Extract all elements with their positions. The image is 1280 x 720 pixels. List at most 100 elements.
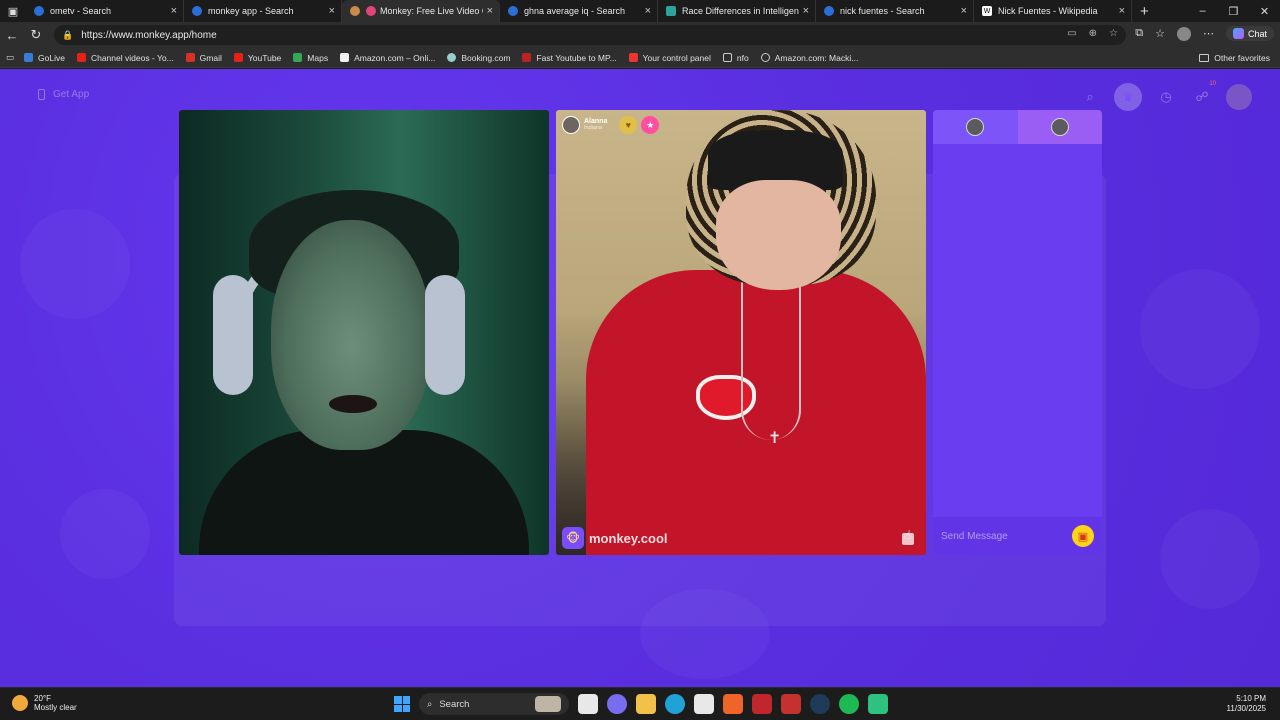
- crown-icon[interactable]: ♛: [1114, 83, 1142, 111]
- tab-race-differences[interactable]: Race Differences in Intelligence ×: [658, 0, 816, 22]
- monkey-favicon-icon: [350, 6, 360, 16]
- tab-title: Monkey: Free Live Video Ch: [380, 6, 483, 16]
- search-favicon-icon: [824, 6, 834, 16]
- file-explorer-icon[interactable]: [636, 694, 656, 714]
- close-tab-icon[interactable]: ×: [645, 5, 651, 17]
- brave-icon[interactable]: [723, 694, 743, 714]
- tab-ometv-search[interactable]: ometv - Search ×: [26, 0, 184, 22]
- background-decoration: [20, 209, 130, 319]
- background-decoration: [1140, 269, 1260, 389]
- maps-icon: [293, 53, 303, 62]
- weather-widget[interactable]: 20°F Mostly clear: [12, 694, 77, 712]
- wikipedia-favicon-icon: W: [982, 6, 992, 16]
- store-icon[interactable]: [694, 694, 714, 714]
- close-window-icon[interactable]: ✕: [1249, 0, 1280, 22]
- other-favorites[interactable]: Other favorites: [1199, 53, 1270, 63]
- site-favicon-icon: [666, 6, 676, 16]
- globe-icon: [760, 53, 770, 62]
- cast-icon[interactable]: ▭: [1067, 28, 1076, 39]
- tab-title: Race Differences in Intelligence: [682, 6, 799, 16]
- history-icon[interactable]: ◷: [1154, 85, 1178, 109]
- gmail-icon: [185, 53, 195, 62]
- remote-user-location: Indiana: [584, 125, 603, 132]
- chat-button[interactable]: Chat: [1225, 26, 1274, 41]
- extensions-icon[interactable]: ⧉: [1135, 27, 1143, 40]
- steam-icon[interactable]: [810, 694, 830, 714]
- refresh-icon[interactable]: ↻: [24, 27, 48, 43]
- chat-participants: [933, 110, 1102, 144]
- person-mouth: [329, 395, 377, 413]
- close-tab-icon[interactable]: ×: [329, 5, 335, 17]
- profile-avatar[interactable]: [1176, 26, 1191, 41]
- system-clock[interactable]: 5:10 PM 11/30/2025: [1227, 694, 1266, 714]
- app-4-icon[interactable]: [781, 694, 801, 714]
- get-app-link[interactable]: Get App: [38, 89, 89, 100]
- globe-icon: [447, 53, 457, 62]
- close-tab-icon[interactable]: ×: [487, 5, 493, 17]
- heart-icon[interactable]: ♥: [619, 116, 638, 134]
- minimize-icon[interactable]: –: [1187, 0, 1218, 22]
- green-app-icon[interactable]: [868, 694, 888, 714]
- amazon-icon: [340, 53, 350, 62]
- bookmark-nfo[interactable]: nfo: [722, 53, 749, 63]
- restore-icon[interactable]: ❐: [1218, 0, 1249, 22]
- plus-icon[interactable]: +: [1140, 3, 1149, 20]
- back-arrow-icon[interactable]: ←: [0, 28, 24, 43]
- more-menu-icon[interactable]: ⋯: [1203, 27, 1214, 40]
- bookmark-youtube[interactable]: YouTube: [233, 53, 281, 63]
- bookmark-gmail[interactable]: Gmail: [185, 53, 222, 63]
- person-face: [271, 220, 431, 450]
- bookmarks-sidebar-icon[interactable]: ▭: [6, 52, 14, 63]
- filezilla-icon[interactable]: [752, 694, 772, 714]
- close-tab-icon[interactable]: ×: [171, 5, 177, 17]
- bookmark-maps[interactable]: Maps: [293, 53, 328, 63]
- url-field[interactable]: 🔒 https://www.monkey.app/home ▭ ⊕ ☆: [54, 25, 1126, 45]
- chat-participant-self[interactable]: [933, 110, 1018, 144]
- bookmark-booking[interactable]: Booking.com: [447, 53, 510, 63]
- taskbar-search[interactable]: ⌕ Search: [419, 693, 569, 715]
- search-highlight-image: [535, 696, 561, 712]
- tab-title: ghna average iq - Search: [524, 6, 626, 16]
- tab-iq-search[interactable]: ghna average iq - Search ×: [500, 0, 658, 22]
- chat-participant-remote[interactable]: [1017, 110, 1102, 144]
- monkey-logo-icon: 🐵: [562, 527, 584, 549]
- gift-icon[interactable]: ▣: [1072, 525, 1094, 547]
- profile-avatar[interactable]: [1226, 84, 1252, 110]
- bookmark-fast-youtube[interactable]: Fast Youtube to MP...: [522, 53, 617, 63]
- remote-user-badge[interactable]: Alanna Indiana ♥ ★: [562, 116, 660, 134]
- search-icon: ⌕: [427, 698, 433, 710]
- send-message-input[interactable]: Send Message: [941, 531, 1072, 542]
- tab-nick-fuentes-search[interactable]: nick fuentes - Search ×: [816, 0, 974, 22]
- tab-monkey-search[interactable]: monkey app - Search ×: [184, 0, 342, 22]
- participant-avatar: [966, 118, 985, 136]
- background-decoration: [60, 489, 150, 579]
- copilot-icon: [1232, 28, 1244, 39]
- window-controls: – ❐ ✕: [1187, 0, 1280, 22]
- bookmark-amazon[interactable]: Amazon.com – Onli...: [340, 53, 435, 63]
- copilot-icon[interactable]: [607, 694, 627, 714]
- zoom-icon[interactable]: ⊕: [1089, 28, 1097, 39]
- search-icon[interactable]: ⌕: [1078, 85, 1102, 109]
- tab-actions-icon[interactable]: ▣: [0, 0, 26, 22]
- bookmark-golive[interactable]: GoLive: [24, 53, 65, 63]
- chat-input-row: Send Message ▣: [933, 517, 1102, 555]
- clock-date: 11/30/2025: [1226, 704, 1266, 713]
- tab-monkey-app[interactable]: Monkey: Free Live Video Ch ×: [342, 0, 500, 22]
- golive-icon: [24, 53, 34, 62]
- bookmark-channel-videos[interactable]: Channel videos - Yo...: [76, 53, 174, 63]
- bookmark-amazon-macki[interactable]: Amazon.com: Macki...: [760, 53, 858, 63]
- messages-icon[interactable]: ☍ 10: [1190, 81, 1216, 109]
- star-badge-icon[interactable]: ★: [641, 116, 660, 134]
- task-view-icon[interactable]: [578, 694, 598, 714]
- spotify-icon[interactable]: [839, 694, 859, 714]
- edge-icon[interactable]: [665, 694, 685, 714]
- star-icon[interactable]: ☆: [1109, 28, 1118, 39]
- windows-start-icon[interactable]: [394, 696, 410, 712]
- close-tab-icon[interactable]: ×: [961, 5, 967, 17]
- tab-title: nick fuentes - Search: [840, 6, 925, 16]
- close-tab-icon[interactable]: ×: [1119, 5, 1125, 17]
- tab-wikipedia[interactable]: W Nick Fuentes - Wikipedia ×: [974, 0, 1132, 22]
- favorites-icon[interactable]: ☆: [1155, 27, 1165, 40]
- bookmark-control-panel[interactable]: Your control panel: [628, 53, 711, 63]
- close-tab-icon[interactable]: ×: [803, 5, 809, 17]
